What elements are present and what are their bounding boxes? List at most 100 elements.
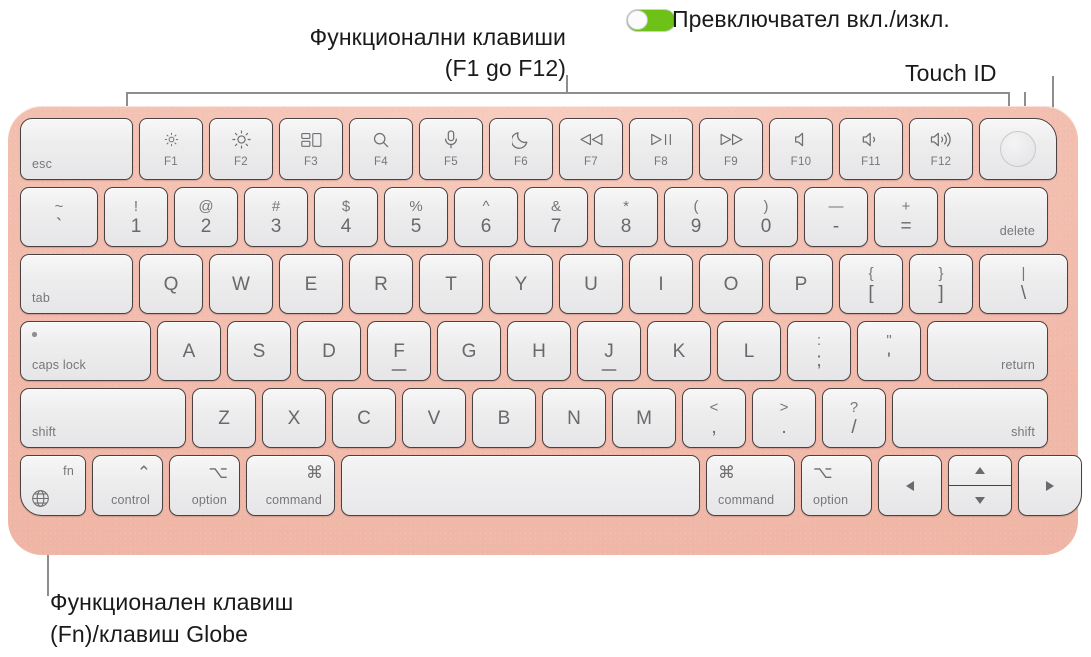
key-minus[interactable]: — -: [804, 187, 868, 247]
key-quote[interactable]: " ': [857, 321, 921, 381]
key-y-label: Y: [514, 273, 528, 295]
key-command-right-label: command: [718, 493, 775, 507]
homing-bar-icon: [391, 369, 407, 371]
modifier-key-row: fn ⌃ control ⌥ option ⌘ command ⌘ comman…: [20, 455, 1082, 516]
key-j[interactable]: J: [577, 321, 641, 381]
key-1[interactable]: ! 1: [104, 187, 168, 247]
key-b[interactable]: B: [472, 388, 536, 448]
key-f5-label: F5: [443, 155, 459, 168]
key-x-label: X: [287, 407, 301, 429]
key-r[interactable]: R: [349, 254, 413, 314]
key-comma[interactable]: < ,: [682, 388, 746, 448]
key-shift-left[interactable]: shift: [20, 388, 186, 448]
key-f4[interactable]: F4: [349, 118, 413, 180]
key-z[interactable]: Z: [192, 388, 256, 448]
key-space[interactable]: [341, 455, 700, 516]
key-arrow-down[interactable]: [949, 486, 1011, 515]
key-backslash[interactable]: | \: [979, 254, 1068, 314]
key-q-label: Q: [163, 273, 179, 295]
brightness-up-icon: [231, 130, 252, 149]
key-esc[interactable]: esc: [20, 118, 133, 180]
key-2[interactable]: @ 2: [174, 187, 238, 247]
caps-lock-led-icon: [32, 332, 37, 337]
key-fn-globe[interactable]: fn: [20, 455, 86, 516]
key-4-upper: $: [341, 198, 351, 215]
key-f3[interactable]: F3: [279, 118, 343, 180]
key-arrow-right[interactable]: [1018, 455, 1082, 516]
key-arrow-left[interactable]: [878, 455, 942, 516]
key-7[interactable]: & 7: [524, 187, 588, 247]
key-f11[interactable]: F11: [839, 118, 903, 180]
key-u[interactable]: U: [559, 254, 623, 314]
key-equal[interactable]: + =: [874, 187, 938, 247]
key-shift-right[interactable]: shift: [892, 388, 1048, 448]
key-9[interactable]: ( 9: [664, 187, 728, 247]
arrow-left-icon: [906, 480, 914, 491]
key-option-left[interactable]: ⌥ option: [169, 455, 240, 516]
key-f6[interactable]: F6: [489, 118, 553, 180]
key-comma-lower: ,: [711, 417, 717, 438]
key-y[interactable]: Y: [489, 254, 553, 314]
key-semicolon[interactable]: : ;: [787, 321, 851, 381]
key-f9[interactable]: F9: [699, 118, 763, 180]
key-q[interactable]: Q: [139, 254, 203, 314]
key-p[interactable]: P: [769, 254, 833, 314]
key-f5[interactable]: F5: [419, 118, 483, 180]
key-f[interactable]: F: [367, 321, 431, 381]
key-grave[interactable]: ~ `: [20, 187, 98, 247]
key-c[interactable]: C: [332, 388, 396, 448]
key-v[interactable]: V: [402, 388, 466, 448]
key-f12[interactable]: F12: [909, 118, 973, 180]
key-command-left[interactable]: ⌘ command: [246, 455, 335, 516]
key-o[interactable]: O: [699, 254, 763, 314]
key-option-left-label: option: [191, 493, 227, 507]
key-t[interactable]: T: [419, 254, 483, 314]
key-period[interactable]: > .: [752, 388, 816, 448]
key-n[interactable]: N: [542, 388, 606, 448]
key-i[interactable]: I: [629, 254, 693, 314]
key-x[interactable]: X: [262, 388, 326, 448]
key-a[interactable]: A: [157, 321, 221, 381]
key-w[interactable]: W: [209, 254, 273, 314]
key-f2[interactable]: F2: [209, 118, 273, 180]
key-arrow-up-down[interactable]: [948, 455, 1012, 516]
key-f1[interactable]: F1: [139, 118, 203, 180]
key-s-label: S: [252, 340, 266, 362]
key-f10[interactable]: F10: [769, 118, 833, 180]
key-0[interactable]: ) 0: [734, 187, 798, 247]
key-0-lower: 0: [760, 216, 772, 237]
key-tab[interactable]: tab: [20, 254, 133, 314]
shift-key-row: shift Z X C V B N M < , > . ? / shift: [20, 388, 1066, 448]
key-l[interactable]: L: [717, 321, 781, 381]
key-h[interactable]: H: [507, 321, 571, 381]
key-k[interactable]: K: [647, 321, 711, 381]
key-s[interactable]: S: [227, 321, 291, 381]
key-4[interactable]: $ 4: [314, 187, 378, 247]
key-6[interactable]: ^ 6: [454, 187, 518, 247]
key-return-label: return: [1001, 358, 1035, 372]
key-delete[interactable]: delete: [944, 187, 1048, 247]
key-e[interactable]: E: [279, 254, 343, 314]
key-5[interactable]: % 5: [384, 187, 448, 247]
key-d[interactable]: D: [297, 321, 361, 381]
key-arrow-up[interactable]: [949, 456, 1011, 486]
key-semicolon-lower: ;: [816, 350, 822, 371]
touch-id-button[interactable]: [979, 118, 1057, 180]
key-return[interactable]: return: [927, 321, 1048, 381]
key-8[interactable]: * 8: [594, 187, 658, 247]
key-f4-label: F4: [373, 155, 389, 168]
key-command-right[interactable]: ⌘ command: [706, 455, 795, 516]
key-f8[interactable]: F8: [629, 118, 693, 180]
key-caps-lock[interactable]: caps lock: [20, 321, 151, 381]
key-option-right[interactable]: ⌥ option: [801, 455, 872, 516]
key-m[interactable]: M: [612, 388, 676, 448]
key-g[interactable]: G: [437, 321, 501, 381]
key-bracket-left[interactable]: { [: [839, 254, 903, 314]
key-control[interactable]: ⌃ control: [92, 455, 163, 516]
key-bracket-right[interactable]: } ]: [909, 254, 973, 314]
key-f7[interactable]: F7: [559, 118, 623, 180]
key-bracket-right-lower: ]: [938, 283, 944, 304]
key-slash[interactable]: ? /: [822, 388, 886, 448]
key-2-lower: 2: [200, 216, 212, 237]
key-3[interactable]: # 3: [244, 187, 308, 247]
